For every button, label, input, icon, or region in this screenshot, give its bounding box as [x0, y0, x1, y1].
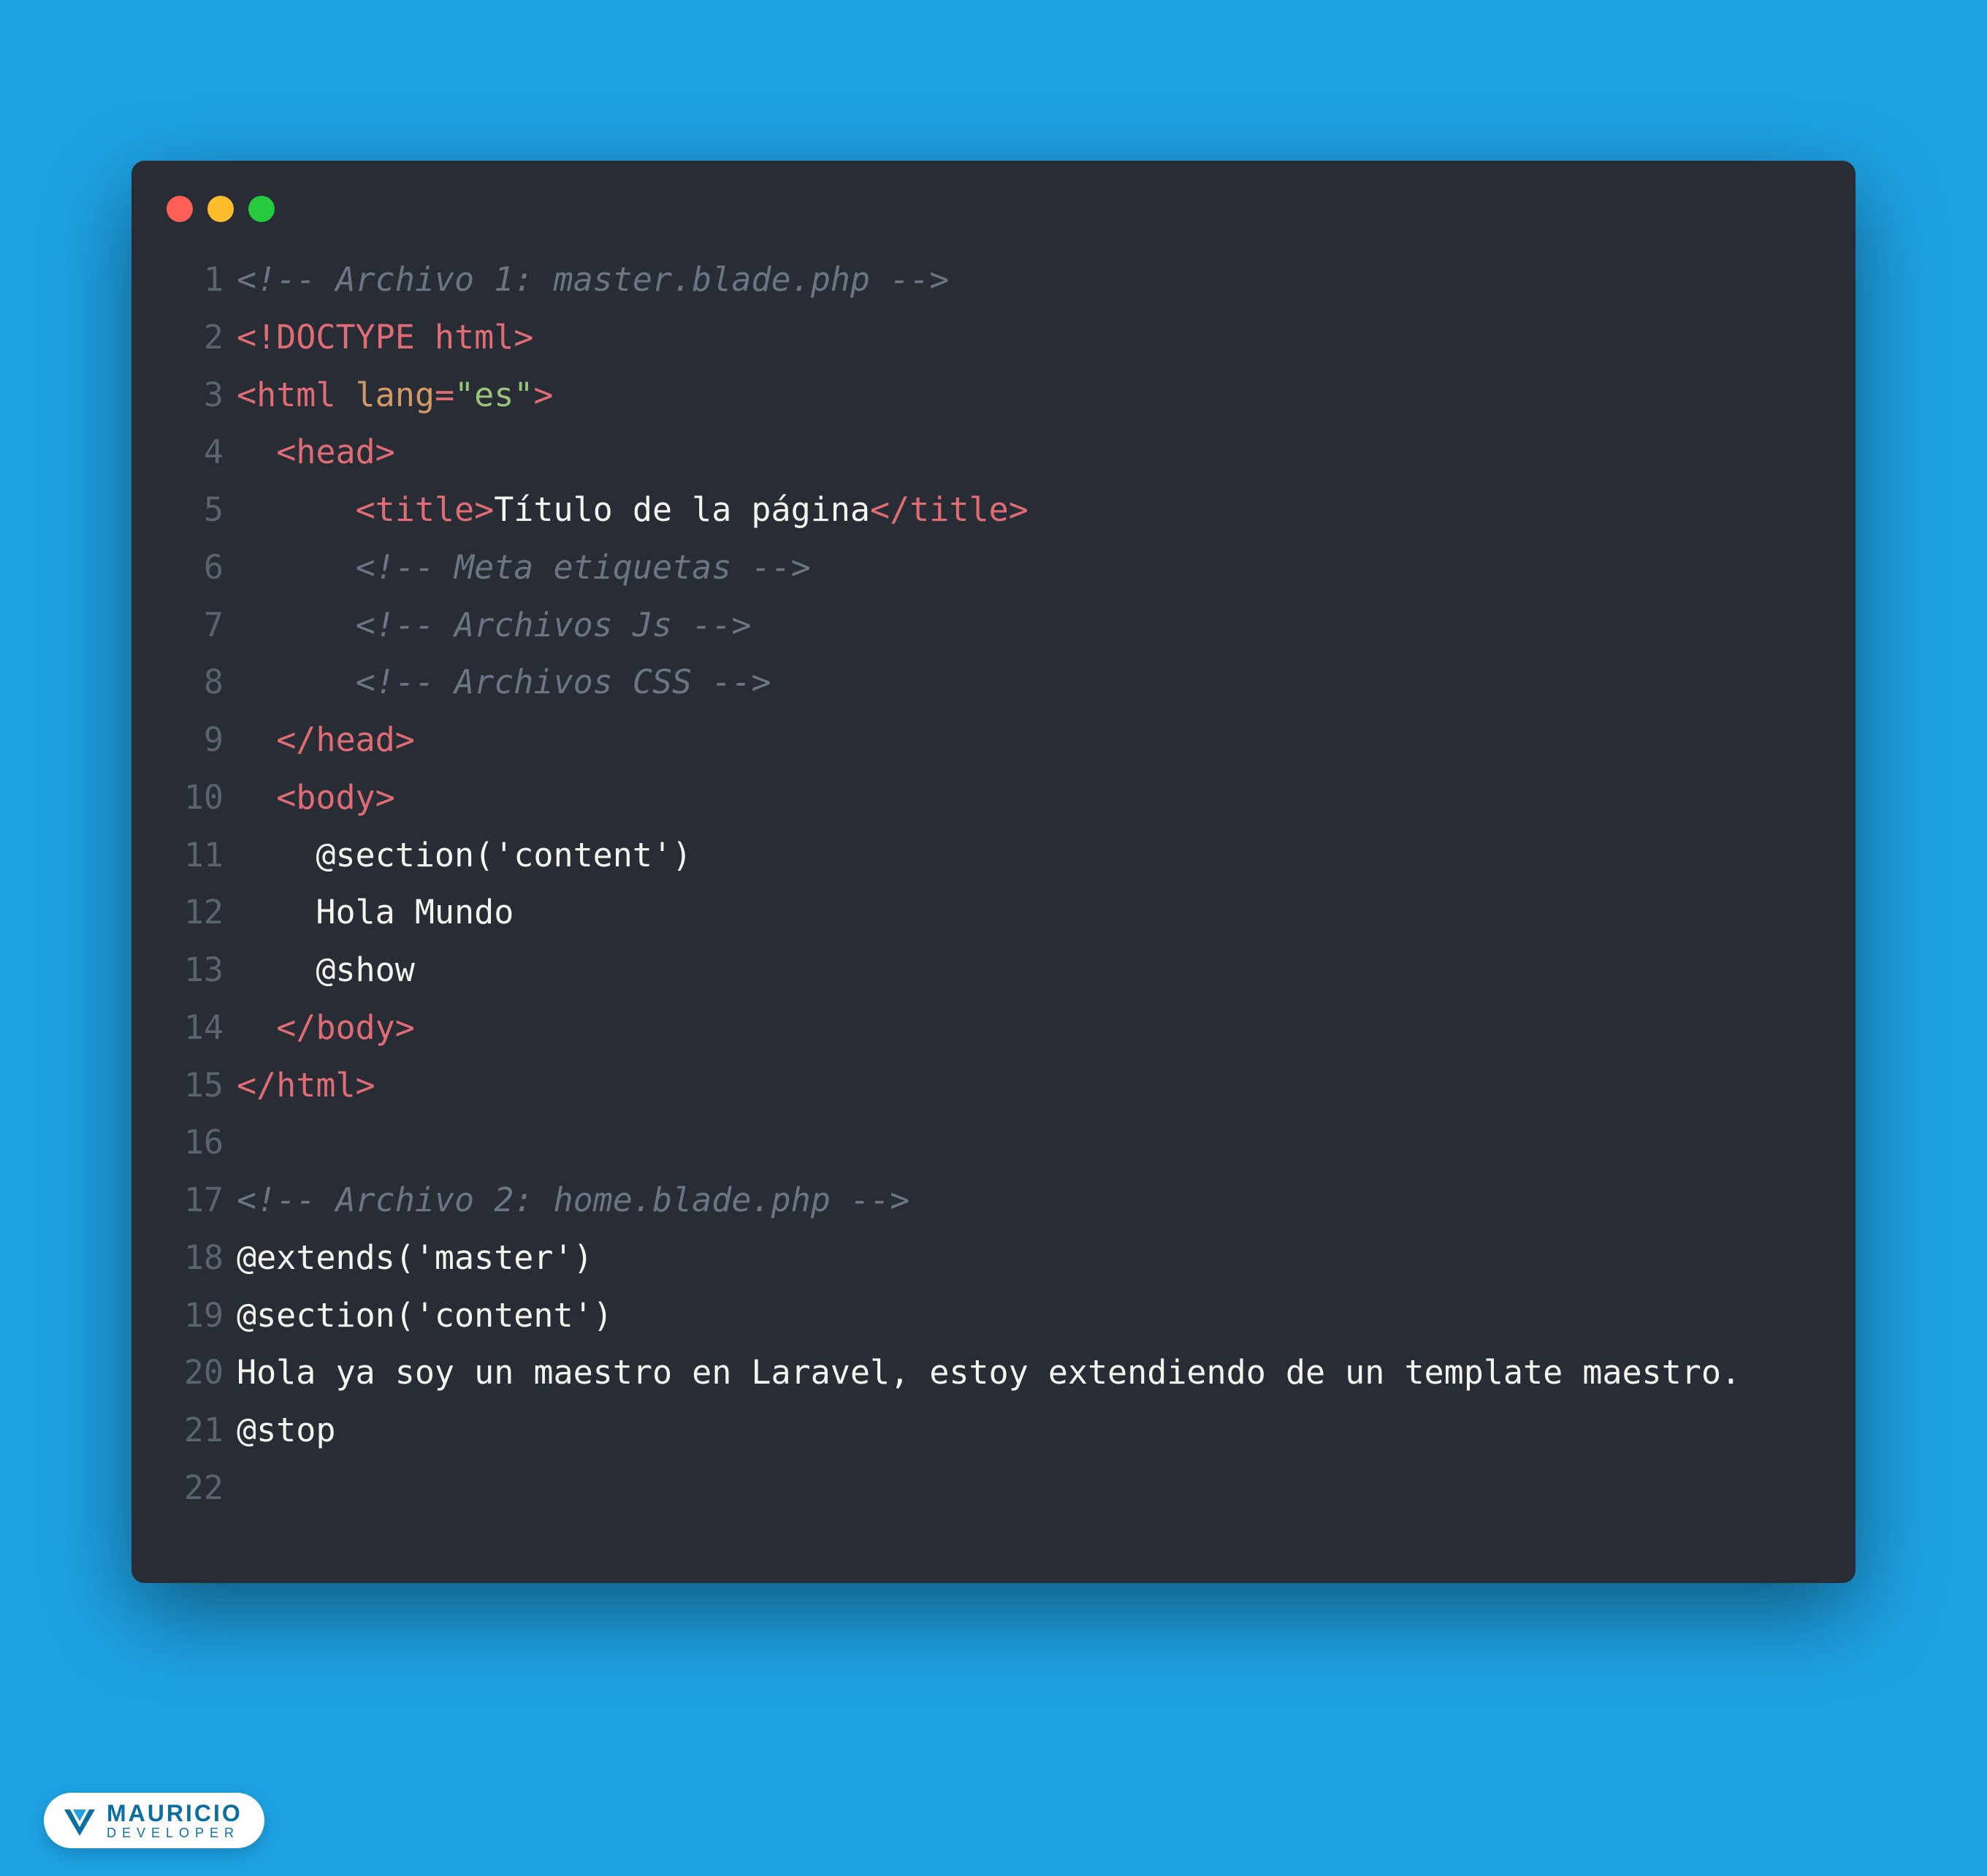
minimize-icon[interactable] [207, 196, 234, 222]
code-line: 1<!-- Archivo 1: master.blade.php --> [153, 251, 1834, 309]
line-number: 8 [153, 654, 237, 712]
line-number: 18 [153, 1229, 237, 1287]
line-content: <!-- Archivo 2: home.blade.php --> [237, 1172, 1834, 1229]
code-line: 19@section('content') [153, 1287, 1834, 1345]
line-content: <!-- Archivos CSS --> [237, 654, 1834, 712]
line-content: <head> [237, 424, 1834, 481]
line-number: 19 [153, 1287, 237, 1345]
code-line: 7 <!-- Archivos Js --> [153, 597, 1834, 655]
page-wrapper: 1<!-- Archivo 1: master.blade.php -->2<!… [0, 0, 1987, 1583]
line-number: 1 [153, 251, 237, 309]
window-titlebar [131, 161, 1856, 237]
line-number: 16 [153, 1114, 237, 1172]
line-content: @section('content') [237, 827, 1834, 885]
line-number: 4 [153, 424, 237, 481]
brand-badge[interactable]: MAURICIO DEVELOPER [44, 1793, 264, 1848]
line-number: 21 [153, 1402, 237, 1460]
line-content: </head> [237, 712, 1834, 769]
line-number: 15 [153, 1057, 237, 1115]
code-line: 8 <!-- Archivos CSS --> [153, 654, 1834, 712]
line-content: @section('content') [237, 1287, 1834, 1345]
code-line: 17<!-- Archivo 2: home.blade.php --> [153, 1172, 1834, 1229]
code-line: 18@extends('master') [153, 1229, 1834, 1287]
line-content: <!DOCTYPE html> [237, 309, 1834, 367]
footer-badge: MAURICIO DEVELOPER [44, 1793, 264, 1848]
line-content: @stop [237, 1402, 1834, 1460]
code-line: 21@stop [153, 1402, 1834, 1460]
line-content: @show [237, 942, 1834, 999]
line-number: 20 [153, 1344, 237, 1402]
line-content: </html> [237, 1057, 1834, 1115]
line-content: @extends('master') [237, 1229, 1834, 1287]
line-content: <html lang="es"> [237, 367, 1834, 424]
code-line: 22 [153, 1460, 1834, 1517]
line-content: <!-- Archivo 1: master.blade.php --> [237, 251, 1834, 309]
line-number: 6 [153, 539, 237, 597]
close-icon[interactable] [167, 196, 193, 222]
zoom-icon[interactable] [248, 196, 275, 222]
code-window: 1<!-- Archivo 1: master.blade.php -->2<!… [131, 161, 1856, 1583]
line-content: Hola Mundo [237, 884, 1834, 942]
code-line: 2<!DOCTYPE html> [153, 309, 1834, 367]
code-line: 14 </body> [153, 999, 1834, 1057]
line-content: </body> [237, 999, 1834, 1057]
line-number: 14 [153, 999, 237, 1057]
code-line: 4 <head> [153, 424, 1834, 481]
code-line: 3<html lang="es"> [153, 367, 1834, 424]
line-content: Hola ya soy un maestro en Laravel, estoy… [237, 1344, 1834, 1402]
code-line: 11 @section('content') [153, 827, 1834, 885]
code-line: 6 <!-- Meta etiquetas --> [153, 539, 1834, 597]
line-number: 17 [153, 1172, 237, 1229]
line-number: 10 [153, 769, 237, 827]
line-content: <title>Título de la página</title> [237, 481, 1834, 539]
code-line: 13 @show [153, 942, 1834, 999]
line-number: 22 [153, 1460, 237, 1517]
code-line: 10 <body> [153, 769, 1834, 827]
line-number: 2 [153, 309, 237, 367]
code-line: 9 </head> [153, 712, 1834, 769]
line-number: 5 [153, 481, 237, 539]
line-number: 7 [153, 597, 237, 655]
brand-logo-icon [61, 1802, 98, 1839]
line-content: <!-- Archivos Js --> [237, 597, 1834, 655]
line-number: 3 [153, 367, 237, 424]
brand-text: MAURICIO DEVELOPER [107, 1801, 243, 1839]
brand-name: MAURICIO [107, 1801, 243, 1825]
line-number: 13 [153, 942, 237, 999]
line-number: 9 [153, 712, 237, 769]
brand-subtitle: DEVELOPER [107, 1826, 243, 1839]
line-content: <body> [237, 769, 1834, 827]
code-line: 5 <title>Título de la página</title> [153, 481, 1834, 539]
line-content: <!-- Meta etiquetas --> [237, 539, 1834, 597]
code-line: 20Hola ya soy un maestro en Laravel, est… [153, 1344, 1834, 1402]
code-block[interactable]: 1<!-- Archivo 1: master.blade.php -->2<!… [131, 237, 1856, 1539]
line-number: 12 [153, 884, 237, 942]
code-line: 12 Hola Mundo [153, 884, 1834, 942]
code-line: 15</html> [153, 1057, 1834, 1115]
code-line: 16 [153, 1114, 1834, 1172]
line-number: 11 [153, 827, 237, 885]
